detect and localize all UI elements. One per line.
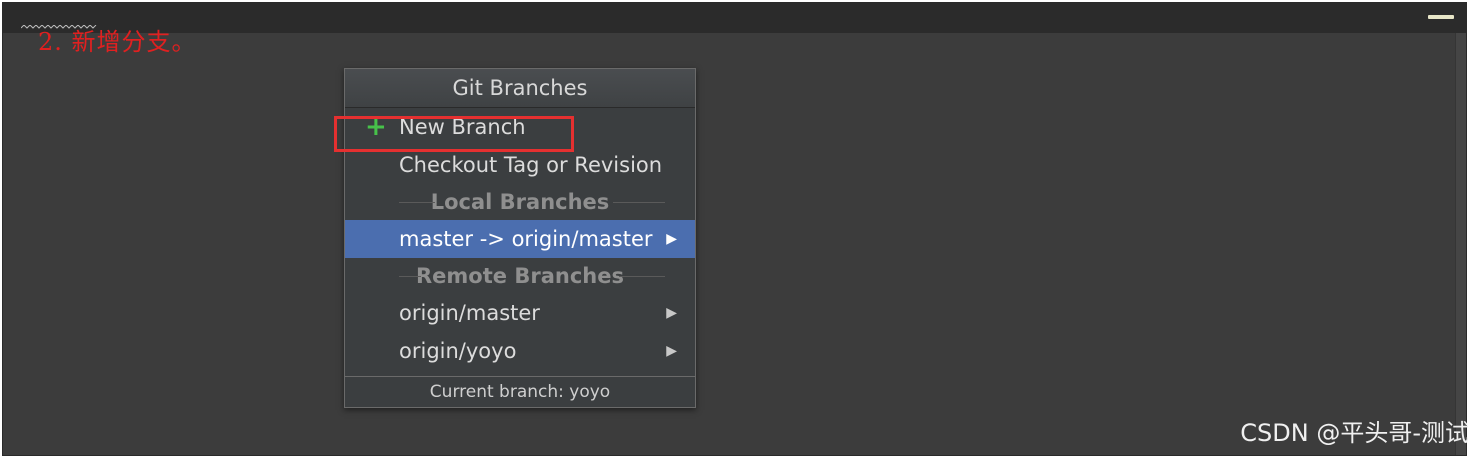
submenu-arrow-icon: ▶ [666, 231, 677, 247]
branch-label: master -> origin/master [399, 227, 653, 251]
popup-title: Git Branches [345, 69, 695, 108]
remote-branches-header: Remote Branches [345, 258, 695, 294]
current-branch-status: Current branch: yoyo [345, 376, 695, 407]
branch-item-origin-master[interactable]: origin/master ▶ [345, 294, 695, 332]
branch-label: origin/yoyo [399, 339, 517, 363]
submenu-arrow-icon: ▶ [666, 343, 677, 359]
branch-item-origin-yoyo[interactable]: origin/yoyo ▶ [345, 332, 695, 370]
annotation-text: 2. 新增分支。 [38, 28, 197, 56]
watermark: CSDN @平头哥-测试 [1240, 419, 1469, 447]
checkout-tag-label: Checkout Tag or Revision [399, 153, 663, 177]
editor-top-strip [3, 3, 1466, 33]
branch-label: origin/master [399, 301, 540, 325]
local-branches-header: Local Branches [345, 184, 695, 220]
gutter-marker[interactable] [1428, 15, 1454, 19]
branch-item-master[interactable]: master -> origin/master ▶ [345, 220, 695, 258]
highlight-box [334, 116, 574, 152]
ide-window [2, 2, 1467, 456]
vertical-scrollbar[interactable] [1455, 33, 1466, 455]
submenu-arrow-icon: ▶ [666, 305, 677, 321]
